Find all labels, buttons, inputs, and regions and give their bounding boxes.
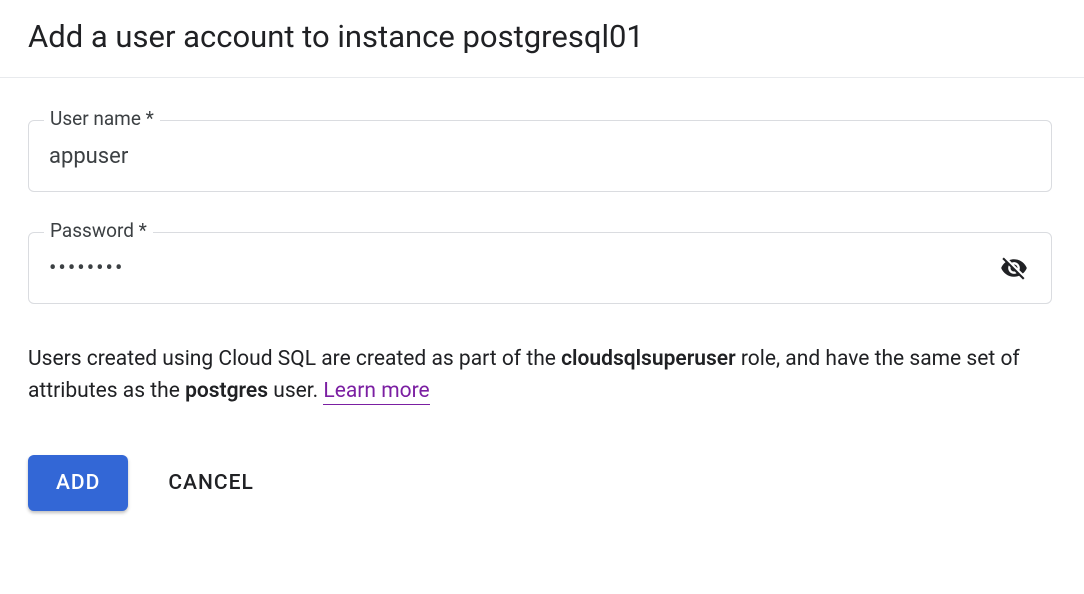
- help-text-bold1: cloudsqlsuperuser: [561, 347, 736, 371]
- page-title: Add a user account to instance postgresq…: [28, 18, 1056, 55]
- username-field-group: User name *: [28, 120, 1056, 192]
- password-input[interactable]: [28, 232, 1052, 304]
- learn-more-link[interactable]: Learn more: [323, 379, 429, 405]
- eye-off-icon: [1000, 254, 1028, 282]
- help-text-pre: Users created using Cloud SQL are create…: [28, 347, 561, 371]
- form-area: User name * Password * Users created usi…: [0, 78, 1084, 511]
- username-input[interactable]: [28, 120, 1052, 192]
- cancel-button[interactable]: CANCEL: [168, 471, 253, 495]
- help-text-bold2: postgres: [185, 379, 268, 403]
- help-text-post: user.: [268, 379, 323, 403]
- page-header: Add a user account to instance postgresq…: [0, 0, 1084, 78]
- add-button[interactable]: ADD: [28, 455, 128, 511]
- help-text: Users created using Cloud SQL are create…: [28, 344, 1052, 407]
- username-label: User name *: [44, 109, 160, 128]
- toggle-password-visibility-button[interactable]: [994, 248, 1034, 288]
- password-label: Password *: [44, 221, 153, 240]
- button-row: ADD CANCEL: [28, 455, 1056, 511]
- password-field-group: Password *: [28, 232, 1056, 304]
